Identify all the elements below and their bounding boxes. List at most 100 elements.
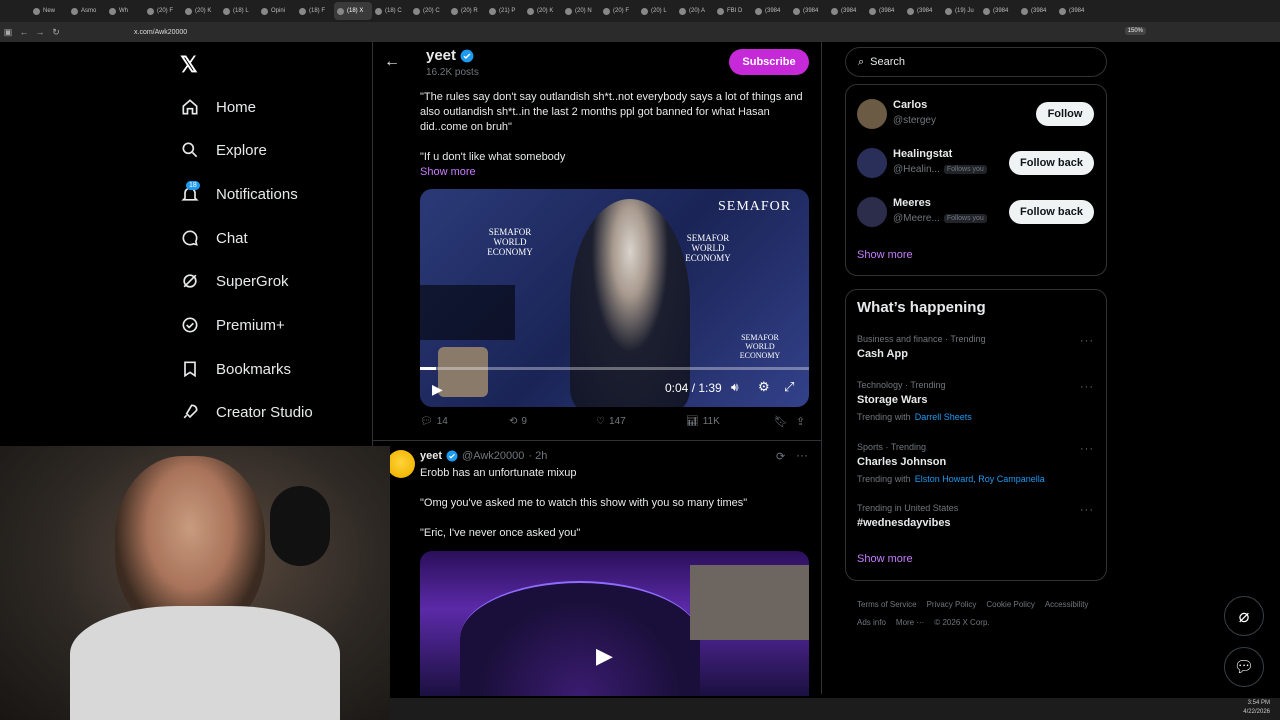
browser-tab[interactable]: (3984 <box>904 2 942 20</box>
follow-suggestion-handle[interactable]: @Healin... <box>893 164 940 175</box>
trend-name[interactable]: #wednesdayvibes <box>857 517 951 529</box>
browser-tab[interactable]: Asmo <box>68 2 106 20</box>
reply-button[interactable]: 💬︎ 14 <box>420 416 448 427</box>
search-input[interactable]: ⌕ Search <box>845 47 1107 77</box>
footer-link[interactable]: Ads info <box>857 614 886 632</box>
browser-tab[interactable]: (18) F <box>296 2 334 20</box>
back-icon[interactable]: ← <box>16 27 32 37</box>
follow-button[interactable]: Follow <box>1036 102 1094 126</box>
address-bar: ▣ ← → ↻ x.com/Awk20000 150% <box>0 22 1280 42</box>
trend-more-options-icon[interactable]: ··· <box>1080 381 1094 393</box>
grok-button[interactable]: ⌀ <box>1224 596 1264 636</box>
nav-item-home[interactable]: Home <box>180 97 256 117</box>
follow-suggestion-name[interactable]: Carlos <box>893 99 927 111</box>
trend-more-options-icon[interactable]: ··· <box>1080 443 1094 455</box>
trend-name[interactable]: Charles Johnson <box>857 456 946 468</box>
follow-suggestion-name[interactable]: Meeres <box>893 197 931 209</box>
settings-gear-icon[interactable]: ⚙ <box>758 379 770 395</box>
footer-link[interactable]: Privacy Policy <box>927 596 977 614</box>
browser-tab[interactable]: FBI D <box>714 2 752 20</box>
browser-tab[interactable]: (18) C <box>372 2 410 20</box>
subscribe-button[interactable]: Subscribe <box>729 49 809 75</box>
like-button[interactable]: ♡ 147 <box>596 416 626 427</box>
browser-tab[interactable]: (18) X <box>334 2 372 20</box>
follow-suggestion-handle[interactable]: @Meere... <box>893 213 940 224</box>
trend-related-link[interactable]: Elston Howard, Roy Campanella <box>915 474 1045 484</box>
views-button[interactable]: 📊︎ 11K <box>686 416 720 427</box>
browser-tab[interactable]: (20) F <box>144 2 182 20</box>
nav-item-chat[interactable]: Chat <box>180 228 248 248</box>
reload-icon[interactable]: ↻ <box>48 27 64 38</box>
footer-link[interactable]: Terms of Service <box>857 596 917 614</box>
follow-back-button[interactable]: Follow back <box>1009 151 1094 175</box>
browser-tab[interactable]: (21) P <box>486 2 524 20</box>
follow-suggestion-name[interactable]: Healingstat <box>893 148 952 160</box>
back-arrow-icon[interactable]: ← <box>384 53 400 71</box>
forward-icon[interactable]: → <box>32 27 48 37</box>
share-icon[interactable]: ⇪ <box>796 415 805 428</box>
browser-tab[interactable]: New <box>30 2 68 20</box>
post1-video[interactable]: SEMAFOR SEMAFOR WORLD ECONOMY SEMAFOR WO… <box>420 189 809 407</box>
nav-item-bookmarks[interactable]: Bookmarks <box>180 359 291 379</box>
browser-tab[interactable]: (20) A <box>676 2 714 20</box>
browser-tab[interactable]: (19) Ju <box>942 2 980 20</box>
video-progress-track[interactable] <box>420 367 809 370</box>
avatar[interactable] <box>857 99 887 129</box>
browser-tab[interactable]: (20) L <box>638 2 676 20</box>
browser-tab[interactable]: Wh <box>106 2 144 20</box>
fullscreen-icon[interactable]: ⤢ <box>784 379 794 395</box>
sidebar-toggle-icon[interactable]: ▣ <box>0 27 16 38</box>
footer-link[interactable]: More ··· <box>896 614 924 632</box>
browser-tab[interactable]: (3984 <box>1056 2 1094 20</box>
bookmark-icon[interactable]: 🔖︎ <box>774 415 788 428</box>
post2-time[interactable]: · 2h <box>528 450 547 462</box>
trend-more-options-icon[interactable]: ··· <box>1080 504 1094 516</box>
grok-analyze-icon[interactable]: ⟳ <box>776 450 785 463</box>
follow-suggestion-handle[interactable]: @stergey <box>893 115 936 126</box>
who-show-more[interactable]: Show more <box>857 249 913 261</box>
browser-tab[interactable]: (3984 <box>1018 2 1056 20</box>
browser-tab[interactable]: (3984 <box>828 2 866 20</box>
messages-button[interactable]: 💬︎ <box>1224 647 1264 687</box>
footer-link[interactable]: Cookie Policy <box>986 596 1034 614</box>
volume-icon[interactable]: 🔊︎ <box>731 380 739 395</box>
post2-handle[interactable]: @Awk20000 <box>462 450 524 462</box>
browser-tab[interactable]: (20) K <box>182 2 220 20</box>
nav-item-supergrok[interactable]: SuperGrok <box>180 271 289 291</box>
browser-tab[interactable]: Opini <box>258 2 296 20</box>
avatar[interactable] <box>857 148 887 178</box>
play-icon[interactable]: ▶ <box>596 643 613 669</box>
post2-author[interactable]: yeet <box>420 450 442 462</box>
post2-avatar[interactable] <box>387 450 415 478</box>
nav-item-creator-studio[interactable]: Creator Studio <box>180 402 313 422</box>
url-field[interactable]: x.com/Awk20000 <box>134 29 187 36</box>
browser-tab[interactable]: (20) C <box>410 2 448 20</box>
browser-tab[interactable]: (3984 <box>752 2 790 20</box>
zoom-level[interactable]: 150% <box>1124 27 1146 35</box>
browser-tab[interactable]: (20) K <box>524 2 562 20</box>
trend-more-options-icon[interactable]: ··· <box>1080 335 1094 347</box>
trends-show-more[interactable]: Show more <box>857 553 913 565</box>
trend-name[interactable]: Storage Wars <box>857 394 928 406</box>
x-logo-icon[interactable]: 𝕏 <box>180 54 202 76</box>
trend-name[interactable]: Cash App <box>857 348 908 360</box>
post1-show-more[interactable]: Show more <box>420 165 476 180</box>
play-icon[interactable]: ▶ <box>432 381 443 398</box>
browser-tab[interactable]: (3984 <box>866 2 904 20</box>
nav-item-explore[interactable]: Explore <box>180 140 267 160</box>
browser-tab[interactable]: (3984 <box>790 2 828 20</box>
browser-tab[interactable]: (20) F <box>600 2 638 20</box>
browser-tab[interactable]: (18) L <box>220 2 258 20</box>
repost-button[interactable]: ⟲ 9 <box>509 416 527 427</box>
browser-tab[interactable]: (20) R <box>448 2 486 20</box>
follow-back-button[interactable]: Follow back <box>1009 200 1094 224</box>
trend-related-link[interactable]: Darrell Sheets <box>915 412 972 422</box>
browser-tab[interactable]: (20) N <box>562 2 600 20</box>
post2-video[interactable]: ▶ <box>420 551 809 696</box>
browser-tab[interactable]: (3984 <box>980 2 1018 20</box>
more-options-icon[interactable]: ··· <box>796 448 808 462</box>
avatar[interactable] <box>857 197 887 227</box>
nav-item-premium[interactable]: Premium+ <box>180 315 285 335</box>
footer-link[interactable]: Accessibility <box>1045 596 1089 614</box>
tab-favicon-icon <box>413 7 420 15</box>
